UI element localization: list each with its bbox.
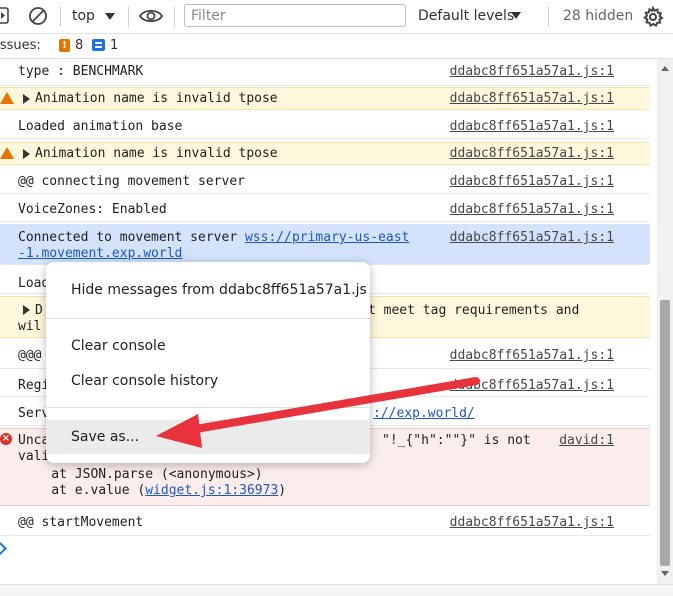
menu-item-label: Clear console history [71,373,219,389]
source-link[interactable]: ddabc8ff651a57a1.js:1 [450,230,614,245]
console-scrollbar[interactable] [657,59,673,584]
message-text: VoiceZones: Enabled [18,202,167,217]
warning-icon [0,92,14,104]
menu-divider [46,318,370,319]
scroll-down-arrow-icon[interactable] [661,571,669,576]
message-text-right: t meet tag requirements and [368,303,580,318]
toolbar-divider [128,7,129,27]
log-levels-label: Default levels [418,8,515,24]
message-text-right: "!_{"h":""}" is not [382,433,531,448]
console-toolbar: top Default levels 28 hidden [0,0,673,34]
sidebar-toggle-icon[interactable] [0,7,10,25]
websocket-url-link-continued[interactable]: -1.movement.exp.world [18,246,182,262]
issues-label: Issues: [0,38,41,53]
source-link[interactable]: ddabc8ff651a57a1.js:1 [450,64,614,79]
message-text-line2: wil [18,319,42,334]
message-text: type : BENCHMARK [18,64,144,79]
toolbar-divider [548,7,549,27]
source-link[interactable]: ddabc8ff651a57a1.js:1 [450,119,614,134]
filter-input[interactable] [184,4,406,27]
message-text: @@ startMovement [18,515,144,530]
message-text: @@ connecting movement server [18,174,245,189]
console-prompt-chevron-icon[interactable] [0,542,7,555]
message-text-line2: vali [18,449,50,464]
source-link[interactable]: ddabc8ff651a57a1.js:1 [450,378,614,393]
warning-issue-icon: ! [59,39,70,52]
console-message-selected: Connected to movement server wss://prima… [0,224,650,265]
chevron-down-icon [105,13,115,20]
context-menu: Hide messages from ddabc8ff651a57a1.js C… [46,262,370,463]
source-link[interactable]: david:1 [559,433,614,448]
clear-console-menu-item[interactable]: Clear console [46,329,370,363]
stack-trace-link[interactable]: widget.js:1:36973 [145,483,278,498]
hide-messages-menu-item[interactable]: Hide messages from ddabc8ff651a57a1.js [46,273,370,307]
menu-item-label: Save as... [71,429,140,445]
console-message: @@ connecting movement server ddabc8ff65… [0,166,650,194]
console-message: Loaded animation base ddabc8ff651a57a1.j… [0,111,650,139]
stack-trace-line: at e.value (widget.js:1:36973) [20,483,287,498]
expand-triangle-icon[interactable] [23,149,30,159]
toolbar-divider [174,7,175,27]
console-message: @@ startMovement ddabc8ff651a57a1.js:1 [0,508,650,536]
server-url-link[interactable]: ://exp.world/ [373,406,475,422]
message-text: Load [18,276,50,291]
expand-triangle-icon[interactable] [23,305,30,315]
info-issue-count: 1 [110,38,119,53]
console-message: VoiceZones: Enabled ddabc8ff651a57a1.js:… [0,194,650,222]
drawer-edge [0,584,673,596]
log-levels-dropdown[interactable]: Default levels [418,0,526,33]
scroll-up-arrow-icon[interactable] [661,66,669,71]
toolbar-divider [60,7,61,27]
message-text: Regi [18,378,50,393]
console-warning: Animation name is invalid tpose ddabc8ff… [0,87,650,110]
console-message: type : BENCHMARK ddabc8ff651a57a1.js:1 [0,59,650,86]
issues-bar[interactable]: Issues: ! 8 1 [0,34,673,59]
scrollbar-thumb[interactable] [660,300,670,566]
expand-triangle-icon[interactable] [23,94,30,104]
message-text: Connected to movement server wss://prima… [18,230,410,245]
live-expression-eye-icon[interactable] [139,7,163,25]
source-link[interactable]: ddabc8ff651a57a1.js:1 [450,515,614,530]
message-text: Animation name is invalid tpose [35,91,278,106]
clear-console-history-menu-item[interactable]: Clear console history [46,364,370,398]
message-text: Animation name is invalid tpose [35,146,278,161]
message-text: D [35,303,43,318]
source-link[interactable]: ddabc8ff651a57a1.js:1 [450,174,614,189]
error-icon: × [0,433,12,445]
gear-icon[interactable] [642,6,664,28]
warning-issue-count: 8 [75,38,84,53]
menu-divider [46,407,370,408]
menu-item-label: Clear console [71,338,166,354]
message-text: Loaded animation base [18,119,183,134]
message-text: Serv [18,406,50,421]
console-warning: Animation name is invalid tpose ddabc8ff… [0,142,650,165]
chevron-down-icon [511,12,521,19]
clear-console-icon[interactable] [28,6,48,26]
source-link[interactable]: ddabc8ff651a57a1.js:1 [450,91,614,106]
stack-trace-line: at JSON.parse (<anonymous>) [20,467,263,482]
message-text: @@@ [18,348,42,363]
source-link[interactable]: ddabc8ff651a57a1.js:1 [450,146,614,161]
hidden-count: 28 hidden [563,8,634,24]
save-as-menu-item[interactable]: Save as... [46,420,370,454]
context-selector[interactable]: top [72,0,118,33]
warning-icon [0,147,14,159]
websocket-url-link[interactable]: wss://primary-us-east [245,230,409,245]
message-text: Unca [18,433,50,448]
context-selector-label: top [72,8,95,24]
source-link[interactable]: ddabc8ff651a57a1.js:1 [450,202,614,217]
info-issue-icon [92,39,105,51]
source-link[interactable]: ddabc8ff651a57a1.js:1 [450,348,614,363]
menu-item-label: Hide messages from ddabc8ff651a57a1.js [71,282,367,298]
